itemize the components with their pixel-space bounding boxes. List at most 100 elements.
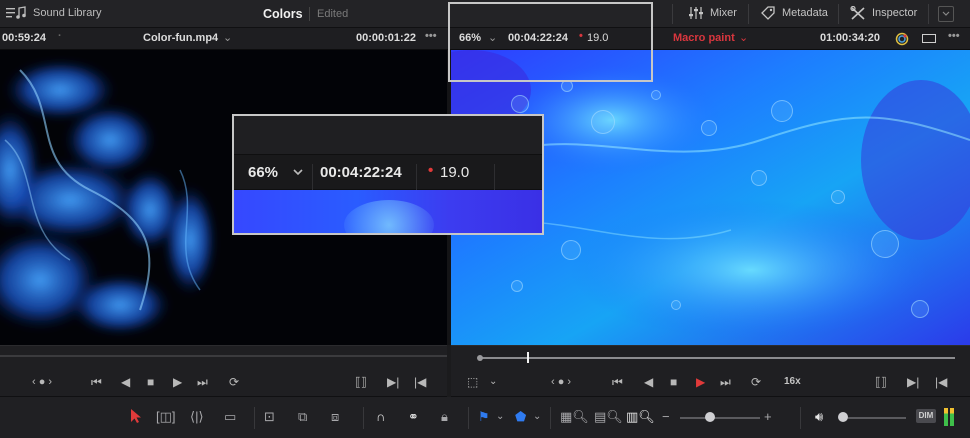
zoom-slider-track[interactable] [680, 417, 760, 419]
viewer-header-bar: 00:59:24 · Color-fun.mp4 ⌄ 00:00:01:22 •… [0, 28, 970, 50]
jog-icon[interactable]: ‹ ● › [551, 375, 571, 389]
playhead[interactable] [527, 352, 529, 363]
scrub-start-marker[interactable] [477, 355, 483, 361]
mark-in-icon[interactable]: ▶| [387, 375, 399, 389]
toolbar-separator [468, 407, 469, 429]
match-frame-icon[interactable]: ⟦⟧ [875, 375, 887, 389]
chevron-down-icon[interactable]: ⌄ [739, 31, 748, 44]
audio-meter-right [950, 408, 954, 426]
inspector-tools-icon [850, 6, 865, 20]
volume-slider-knob[interactable] [838, 412, 848, 422]
jog-icon[interactable]: ‹ ● › [32, 375, 52, 389]
source-scrub-bar[interactable] [0, 345, 447, 367]
zoom-out-icon[interactable]: − [662, 409, 670, 425]
metadata-tab[interactable]: Metadata [760, 6, 828, 20]
skip-start-icon[interactable]: ⏮ [612, 375, 623, 389]
play-reverse-icon[interactable]: ◀ [121, 375, 130, 389]
zoom-level[interactable]: 66% [459, 32, 481, 44]
bubble [561, 240, 581, 260]
clip-name[interactable]: Color-fun.mp4 [143, 32, 218, 44]
volume-icon[interactable]: 🔊︎ [815, 409, 823, 425]
snapping-icon[interactable]: ∩ [376, 409, 385, 425]
zoom-custom-icon[interactable]: ▥🔍︎ [626, 409, 655, 425]
toolbar-separator [254, 407, 255, 429]
playback-speed[interactable]: 16x [784, 376, 801, 387]
loop-icon[interactable]: ⟳ [751, 375, 761, 389]
callout-zoom-level: 66% [248, 164, 279, 181]
color-wheel-icon[interactable] [895, 32, 909, 46]
toolbar-separator [363, 407, 364, 429]
scrub-track [0, 355, 447, 357]
viewer-mode-icon[interactable] [922, 34, 936, 43]
bubble [671, 300, 681, 310]
lock-icon[interactable]: 🔒︎ [441, 409, 448, 425]
flag-icon[interactable]: ⚑ [478, 409, 490, 425]
chevron-down-icon [293, 169, 303, 176]
skip-end-icon[interactable]: ⏭ [197, 375, 208, 389]
bubble [751, 170, 767, 186]
sound-library-tab[interactable]: Sound Library [6, 6, 102, 20]
sound-library-label: Sound Library [33, 7, 102, 19]
callout-frame-rate: 19.0 [440, 164, 470, 181]
edit-toolbar: [◫] ⟨|⟩ ▭ ⊡ ⧉ ⧈ ∩ ⚭ 🔒︎ ⚑ ⌄ ⬟ ⌄ ▦🔍︎ ▤🔍︎ ▥… [0, 397, 970, 438]
mark-out-icon[interactable]: |◀ [414, 375, 426, 389]
panel-toggle-button[interactable] [938, 6, 954, 22]
bubble [511, 280, 523, 292]
callout-top-panel [234, 116, 542, 154]
topbar-separator [838, 4, 839, 24]
metadata-label: Metadata [782, 7, 828, 19]
bubble [591, 110, 615, 134]
play-icon[interactable]: ▶ [173, 375, 182, 389]
linked-selection-icon[interactable]: ⚭ [408, 409, 419, 425]
play-icon[interactable]: ▶ [696, 375, 705, 389]
title-divider [309, 7, 310, 21]
zoom-full-icon[interactable]: ▦🔍︎ [560, 409, 589, 425]
topbar-separator [672, 4, 673, 24]
overwrite-clip-icon[interactable]: ⧉ [298, 409, 307, 425]
glow-spot [344, 200, 434, 233]
frame-rate: 19.0 [587, 32, 609, 44]
replace-clip-icon[interactable]: ⧈ [331, 409, 339, 425]
crop-icon[interactable]: ⬚ [467, 375, 478, 389]
page-title: Colors [263, 7, 303, 21]
top-bar: Sound Library Colors Edited Mixer Metada… [0, 0, 970, 28]
stop-icon[interactable]: ■ [670, 375, 677, 389]
topbar-separator [748, 4, 749, 24]
play-reverse-icon[interactable]: ◀ [644, 375, 653, 389]
chevron-down-icon[interactable]: ⌄ [496, 409, 504, 425]
mixer-tab[interactable]: Mixer [688, 6, 737, 20]
chevron-down-icon[interactable]: ⌄ [223, 31, 232, 44]
magnified-callout: 66% 00:04:22:24 • 19.0 [232, 114, 544, 235]
blade-icon[interactable]: ▭ [224, 409, 236, 425]
zoom-in-icon[interactable]: + [764, 409, 772, 425]
mark-in-icon[interactable]: ▶| [907, 375, 919, 389]
marker-icon[interactable]: ⬟ [515, 409, 526, 425]
dot-icon: · [58, 30, 62, 42]
mark-out-icon[interactable]: |◀ [935, 375, 947, 389]
callout-timecode: 00:04:22:24 [320, 164, 402, 181]
selection-arrow-icon[interactable] [130, 408, 142, 424]
insert-clip-icon[interactable]: ⊡ [264, 409, 275, 425]
chevron-down-icon[interactable]: ⌄ [488, 31, 497, 44]
zoom-detail-icon[interactable]: ▤🔍︎ [594, 409, 623, 425]
source-timecode-start: 00:59:24 [2, 32, 47, 44]
volume-slider-track[interactable] [848, 417, 906, 419]
match-frame-icon[interactable]: ⟦⟧ [355, 375, 367, 389]
timeline-name[interactable]: Macro paint [673, 32, 735, 44]
more-options-icon[interactable]: ••• [948, 30, 960, 42]
skip-end-icon[interactable]: ⏭ [720, 375, 731, 389]
skip-start-icon[interactable]: ⏮ [91, 375, 102, 389]
trim-edit-icon[interactable]: [◫] [156, 409, 176, 425]
chevron-down-icon[interactable]: ⌄ [489, 375, 497, 389]
dynamic-trim-icon[interactable]: ⟨|⟩ [190, 409, 204, 425]
page-status: Edited [317, 8, 349, 20]
timeline-scrub-bar[interactable] [451, 345, 970, 367]
loop-icon[interactable]: ⟳ [229, 375, 239, 389]
stop-icon[interactable]: ■ [147, 375, 154, 389]
more-options-icon[interactable]: ••• [425, 30, 437, 42]
zoom-slider-knob[interactable] [705, 412, 715, 422]
inspector-tab[interactable]: Inspector [850, 6, 917, 20]
chevron-down-icon[interactable]: ⌄ [533, 409, 541, 425]
dim-button[interactable]: DIM [916, 409, 936, 423]
bubble [871, 230, 899, 258]
